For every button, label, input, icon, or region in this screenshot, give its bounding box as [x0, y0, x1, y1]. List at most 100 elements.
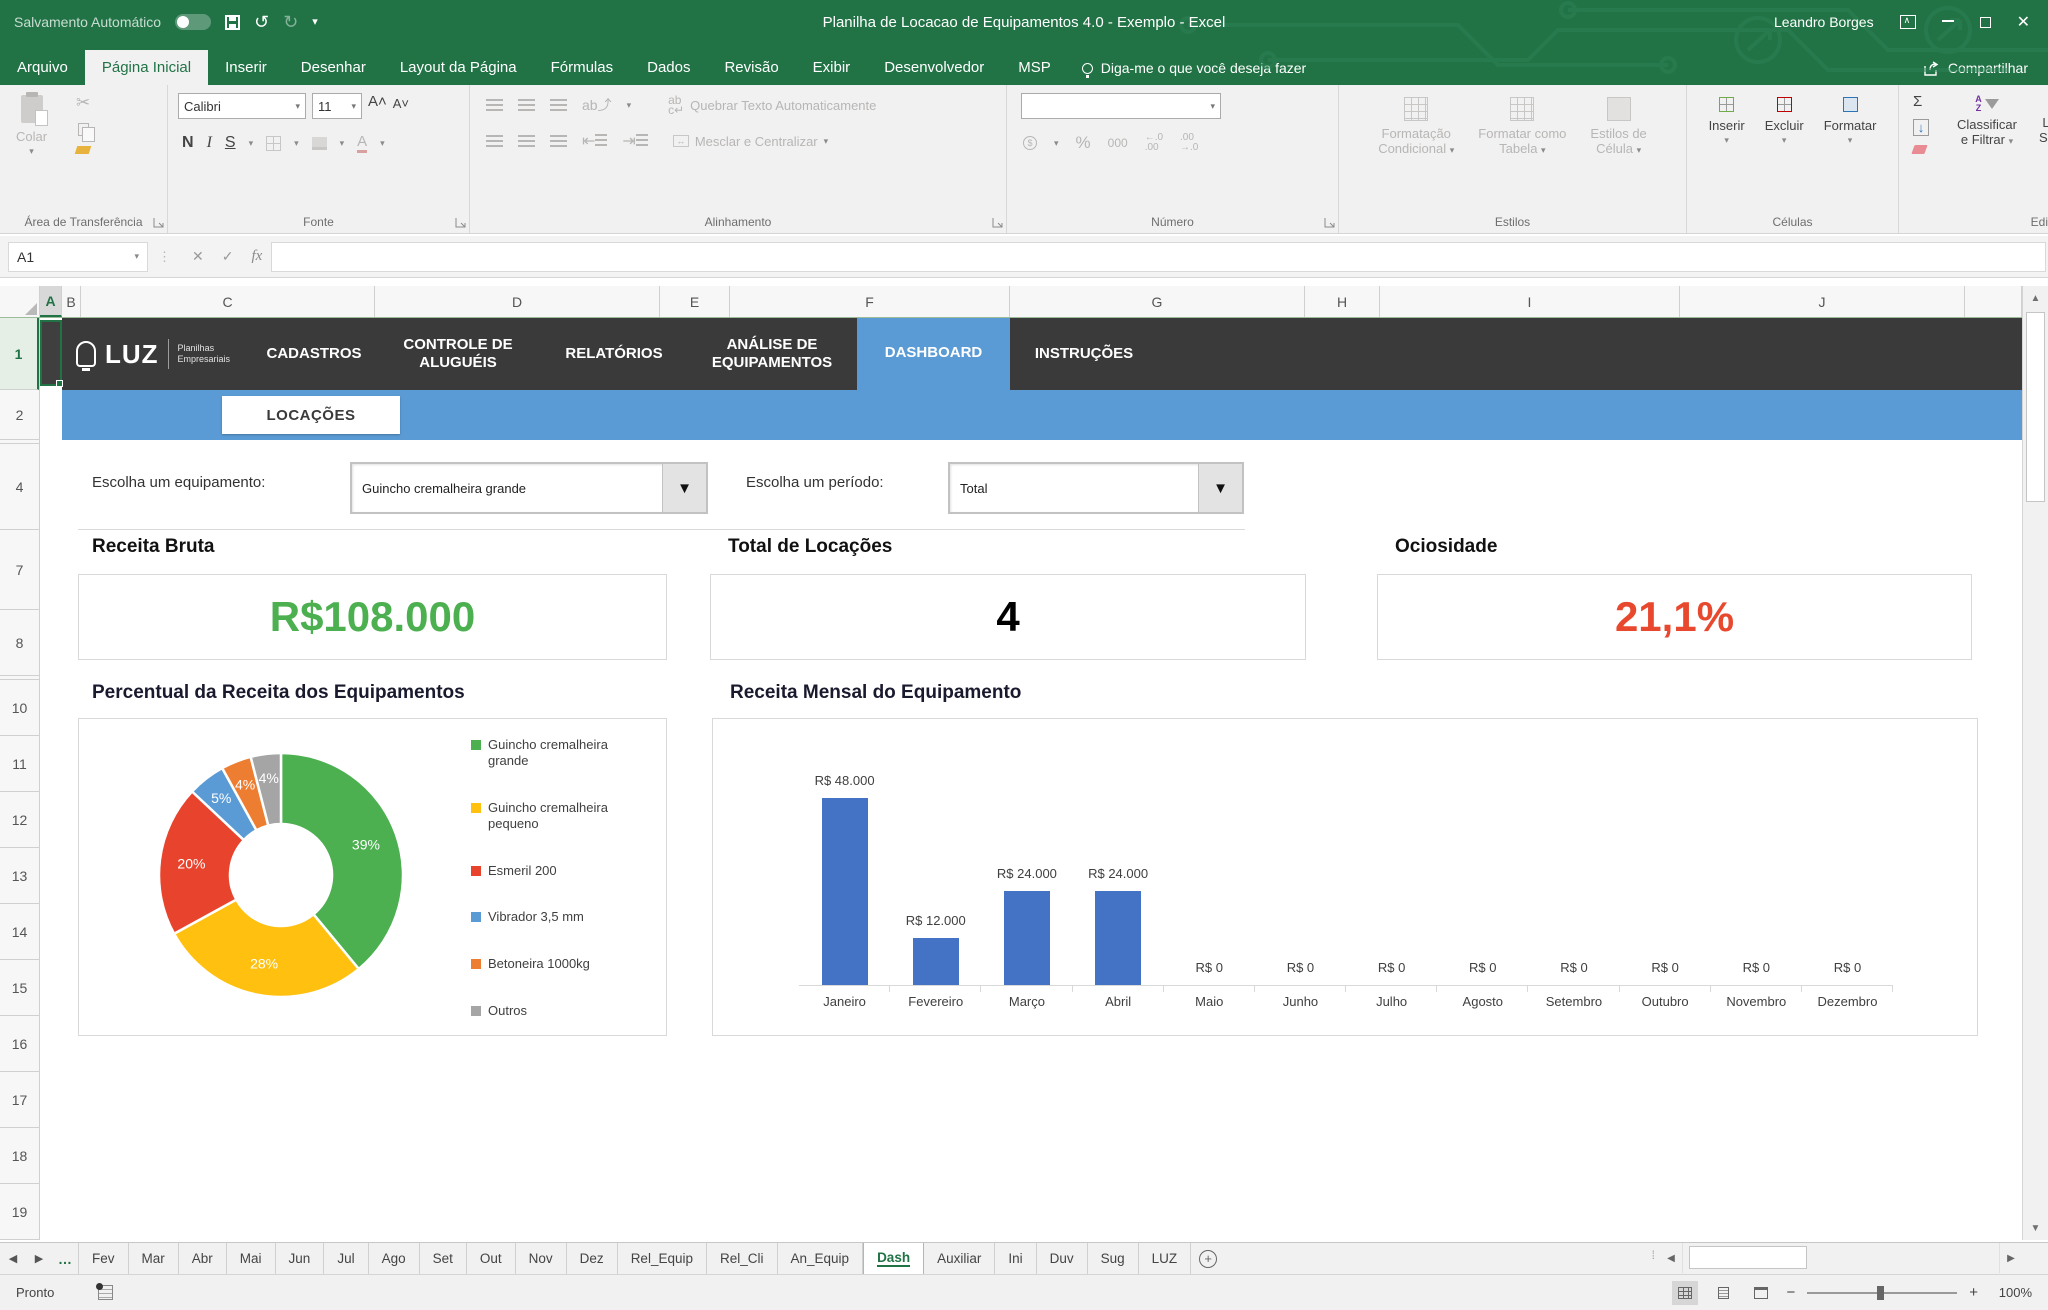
sheet-next-icon[interactable]: ▶ [26, 1243, 52, 1274]
sheet-prev-icon[interactable]: ◀ [0, 1243, 26, 1274]
tab-desenvolvedor[interactable]: Desenvolvedor [867, 50, 1001, 85]
tab-dados[interactable]: Dados [630, 50, 707, 85]
minimize-icon[interactable] [1942, 20, 1954, 22]
fill-icon[interactable]: ↓ [1913, 119, 1929, 136]
confirm-entry-icon[interactable]: ✓ [222, 248, 234, 265]
autosave-toggle[interactable] [175, 14, 211, 30]
row-header-15[interactable]: 15 [0, 960, 39, 1016]
copy-icon[interactable] [78, 123, 89, 136]
period-dropdown[interactable]: Total ▼ [948, 462, 1244, 514]
sheet-tab-out[interactable]: Out [467, 1243, 516, 1274]
align-right-icon[interactable] [550, 135, 567, 147]
sheet-tab-jun[interactable]: Jun [276, 1243, 325, 1274]
undo-icon[interactable]: ↺ [254, 13, 269, 31]
tab-formulas[interactable]: Fórmulas [534, 50, 631, 85]
sheet-tab-luz[interactable]: LUZ [1139, 1243, 1192, 1274]
decrease-decimal-icon[interactable]: .00→.0 [1180, 133, 1198, 153]
select-all-corner[interactable] [0, 286, 40, 317]
active-cell-a1[interactable] [40, 320, 62, 386]
column-header-j[interactable]: J [1680, 286, 1965, 317]
row-header-11[interactable]: 11 [0, 736, 39, 792]
equipment-dropdown[interactable]: Guincho cremalheira grande ▼ [350, 462, 708, 514]
scroll-left-icon[interactable]: ◀ [1660, 1253, 1682, 1264]
donut-chart-card[interactable]: 39%28%20%5%4%4% Guincho cremalheira gran… [78, 718, 667, 1036]
accounting-format-icon[interactable]: $ [1023, 136, 1037, 150]
italic-button[interactable]: I [207, 134, 212, 152]
page-break-view-button[interactable] [1748, 1281, 1774, 1305]
bar-chart-card[interactable]: R$ 48.000R$ 12.000R$ 24.000R$ 24.000R$ 0… [712, 718, 1978, 1036]
zoom-level[interactable]: 100% [1990, 1285, 2032, 1300]
vertical-scroll-thumb[interactable] [2026, 312, 2045, 502]
sheet-tab-sug[interactable]: Sug [1088, 1243, 1139, 1274]
font-size-combo[interactable]: 11▾ [312, 93, 362, 119]
conditional-formatting-button[interactable]: Formatação Condicional ▾ [1378, 97, 1454, 207]
font-name-combo[interactable]: Calibri▾ [178, 93, 306, 119]
ribbon-display-options-icon[interactable] [1900, 15, 1916, 29]
number-dialog-launcher-icon[interactable] [1324, 217, 1335, 228]
format-painter-icon[interactable] [75, 146, 92, 154]
column-header-h[interactable]: H [1305, 286, 1380, 317]
align-middle-icon[interactable] [518, 99, 535, 111]
merge-center-button[interactable]: ↔ Mesclar e Centralizar ▾ [673, 134, 828, 149]
formula-input[interactable] [271, 242, 2046, 272]
number-format-combo[interactable]: ▾ [1021, 93, 1221, 119]
bar-abril[interactable] [1095, 891, 1141, 985]
insert-cells-button[interactable]: Inserir ▾ [1709, 97, 1745, 207]
autosum-icon[interactable]: Σ [1913, 93, 1922, 110]
sheet-tab-ini[interactable]: Ini [995, 1243, 1036, 1274]
row-header-13[interactable]: 13 [0, 848, 39, 904]
column-header-a[interactable]: A [40, 286, 62, 317]
tab-layout-da-pagina[interactable]: Layout da Página [383, 50, 534, 85]
increase-font-icon[interactable]: A˄ [368, 93, 387, 119]
sheet-tab-auxiliar[interactable]: Auxiliar [924, 1243, 995, 1274]
nav-item-controle-de-alugueis[interactable]: CONTROLE DE ALUGUÉIS [378, 318, 538, 390]
close-icon[interactable]: ✕ [2017, 12, 2030, 32]
add-sheet-button[interactable]: + [1191, 1243, 1225, 1274]
scroll-up-icon[interactable]: ▲ [2023, 286, 2048, 310]
save-icon[interactable] [225, 15, 240, 30]
align-center-icon[interactable] [518, 135, 535, 147]
row-header-14[interactable]: 14 [0, 904, 39, 960]
row-header-7[interactable]: 7 [0, 530, 39, 610]
sheet-tab-an-equip[interactable]: An_Equip [778, 1243, 864, 1274]
zoom-slider[interactable] [1807, 1292, 1957, 1294]
tab-desenhar[interactable]: Desenhar [284, 50, 383, 85]
share-button[interactable]: Compartilhar [1904, 51, 2048, 85]
subtab-locacoes[interactable]: LOCAÇÕES [222, 396, 400, 434]
row-header-8[interactable]: 8 [0, 610, 39, 676]
sheet-tab-rel-cli[interactable]: Rel_Cli [707, 1243, 778, 1274]
tab-splitter-icon[interactable]: ⁞ [1652, 1248, 1656, 1262]
decrease-font-icon[interactable]: A˅ [393, 96, 409, 119]
column-header-g[interactable]: G [1010, 286, 1305, 317]
row-header-10[interactable]: 10 [0, 680, 39, 736]
align-bottom-icon[interactable] [550, 99, 567, 111]
legend-item-esmeril-200[interactable]: Esmeril 200 [471, 863, 661, 879]
restore-icon[interactable] [1980, 17, 1991, 28]
scroll-down-icon[interactable]: ▼ [2023, 1216, 2048, 1240]
column-header-e[interactable]: E [660, 286, 730, 317]
sheet-tab-dez[interactable]: Dez [567, 1243, 618, 1274]
sheet-tab-rel-equip[interactable]: Rel_Equip [618, 1243, 707, 1274]
legend-item-guincho-cremalheira-grande[interactable]: Guincho cremalheira grande [471, 737, 661, 769]
alignment-dialog-launcher-icon[interactable] [992, 217, 1003, 228]
format-cells-button[interactable]: Formatar ▾ [1824, 97, 1877, 207]
fill-color-icon[interactable] [312, 137, 327, 150]
scroll-right-icon[interactable]: ▶ [2000, 1253, 2022, 1264]
redo-icon[interactable]: ↻ [283, 13, 298, 31]
bar-fevereiro[interactable] [913, 938, 959, 985]
legend-item-outros[interactable]: Outros [471, 1003, 661, 1019]
format-as-table-button[interactable]: Formatar como Tabela ▾ [1478, 97, 1566, 207]
orientation-icon[interactable]: ab⤴ [582, 95, 612, 115]
column-header-i[interactable]: I [1380, 286, 1680, 317]
tab-revisao[interactable]: Revisão [707, 50, 795, 85]
tab-inserir[interactable]: Inserir [208, 50, 284, 85]
sheet-tab-abr[interactable]: Abr [179, 1243, 227, 1274]
legend-item-vibrador-3-5-mm[interactable]: Vibrador 3,5 mm [471, 909, 661, 925]
zoom-slider-thumb[interactable] [1877, 1286, 1884, 1300]
clipboard-dialog-launcher-icon[interactable] [153, 217, 164, 228]
customize-qat-icon[interactable]: ▾ [312, 17, 318, 28]
increase-indent-icon[interactable]: ⇥ [622, 131, 647, 151]
underline-button[interactable]: S [225, 134, 236, 152]
normal-view-button[interactable] [1672, 1281, 1698, 1305]
clear-icon[interactable] [1911, 145, 1927, 154]
